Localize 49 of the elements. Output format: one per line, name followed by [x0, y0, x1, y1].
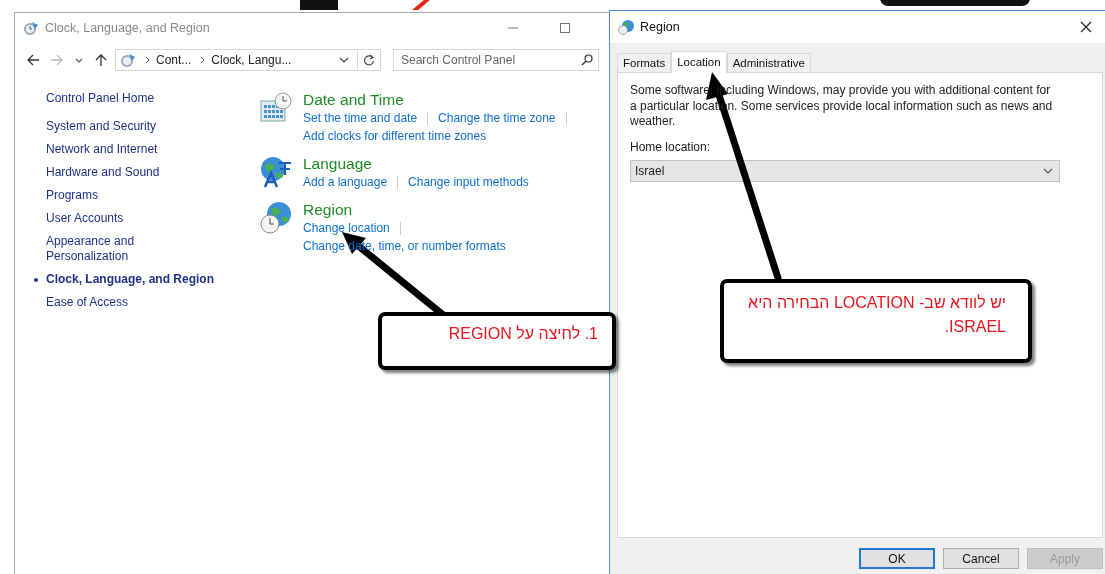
task-link[interactable]: Add a language [303, 173, 388, 191]
address-bar[interactable]: Cont... Clock, Langu... [115, 49, 381, 71]
sidebar-item[interactable]: User Accounts [46, 211, 124, 226]
back-arrow-icon[interactable] [26, 53, 40, 67]
up-arrow-icon[interactable] [94, 53, 108, 67]
control-panel-icon [120, 52, 136, 68]
search-field[interactable]: Search Control Panel [393, 49, 599, 71]
task-link[interactable]: Add clocks for different time zones [303, 127, 487, 145]
backdrop-block [300, 0, 338, 10]
task-link[interactable]: Set the time and date [303, 109, 418, 127]
tab[interactable]: Formats [617, 53, 672, 72]
task-link[interactable]: Change input methods [408, 173, 529, 191]
dropdown-caret-icon[interactable] [339, 55, 349, 65]
callout-text: יש לוודא שב- LOCATION הבחירה היא ISRAEL. [747, 293, 1006, 337]
chevron-icon [144, 56, 152, 64]
dialog-button[interactable]: Cancel [943, 548, 1019, 569]
maximize-icon[interactable] [559, 22, 571, 34]
globe-clock-icon [259, 201, 293, 235]
sidebar-item[interactable]: Programs [46, 188, 98, 203]
control-panel-home-link[interactable]: Control Panel Home [33, 91, 155, 105]
tab[interactable]: Administrative [726, 53, 811, 72]
field-label: Home location: [630, 139, 712, 154]
breadcrumb-item[interactable]: Cont... [156, 53, 192, 67]
sidebar-item[interactable]: Clock, Language, and Region [46, 272, 215, 287]
dialog-button[interactable]: OK [859, 548, 935, 569]
category-title-link[interactable]: Region [303, 201, 353, 219]
category-title-link[interactable]: Language [303, 155, 372, 173]
sidebar-item[interactable]: System and Security [46, 119, 157, 134]
sidebar-item[interactable]: Hardware and Sound [46, 165, 160, 180]
globe-letter-icon [259, 155, 293, 189]
window-title: Clock, Language, and Region [45, 21, 210, 35]
refresh-icon [363, 54, 375, 66]
home-location-dropdown[interactable]: Israel [630, 159, 1060, 182]
breadcrumb-item[interactable]: Clock, Langu... [211, 53, 292, 67]
search-icon [581, 54, 593, 66]
sidebar-item[interactable]: Ease of Access [46, 295, 129, 310]
calendar-clock-icon [259, 91, 293, 125]
sidebar-item[interactable]: Appearance and Personalization [46, 234, 176, 264]
category-title-link[interactable]: Date and Time [303, 91, 404, 109]
callout-text: 1. לחיצה על REGION [448, 324, 598, 344]
close-icon[interactable] [1080, 21, 1092, 33]
window-title: Region [640, 20, 680, 34]
task-link[interactable]: Change the time zone [438, 109, 556, 127]
globe-clock-icon [618, 19, 634, 35]
task-link[interactable]: Change location [303, 219, 390, 237]
control-panel-icon [23, 20, 39, 36]
backdrop-stroke [412, 0, 430, 10]
sidebar-item[interactable]: Network and Internet [46, 142, 158, 157]
tab[interactable]: Location [671, 51, 727, 73]
